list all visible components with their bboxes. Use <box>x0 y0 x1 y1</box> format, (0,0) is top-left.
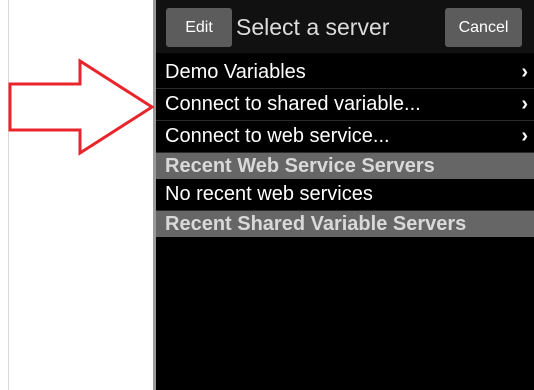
cancel-button[interactable]: Cancel <box>445 8 522 47</box>
navigation-bar: Edit Select a server Cancel <box>156 0 534 53</box>
list-item-connect-web-service[interactable]: Connect to web service... › <box>156 121 534 153</box>
list-item-connect-shared-variable[interactable]: Connect to shared variable... › <box>156 89 534 121</box>
edit-button[interactable]: Edit <box>166 8 232 47</box>
chevron-right-icon: › <box>521 93 528 115</box>
server-select-screen: Edit Select a server Cancel Demo Variabl… <box>156 0 534 390</box>
page-divider <box>8 0 9 390</box>
chevron-right-icon: › <box>521 125 528 147</box>
chevron-right-icon: › <box>521 61 528 83</box>
empty-state-text: No recent web services <box>156 179 534 211</box>
list-item-label: Connect to web service... <box>165 125 390 147</box>
section-header-recent-web: Recent Web Service Servers <box>156 153 534 179</box>
list-item-label: Demo Variables <box>165 61 306 83</box>
section-header-recent-shared: Recent Shared Variable Servers <box>156 211 534 237</box>
annotation-arrow-shape <box>8 58 155 156</box>
screenshot-stage: Edit Select a server Cancel Demo Variabl… <box>0 0 534 390</box>
list-item-demo-variables[interactable]: Demo Variables › <box>156 57 534 89</box>
list-item-label: Connect to shared variable... <box>165 93 421 115</box>
page-title: Select a server <box>236 14 390 40</box>
server-list: Demo Variables › Connect to shared varia… <box>156 57 534 237</box>
